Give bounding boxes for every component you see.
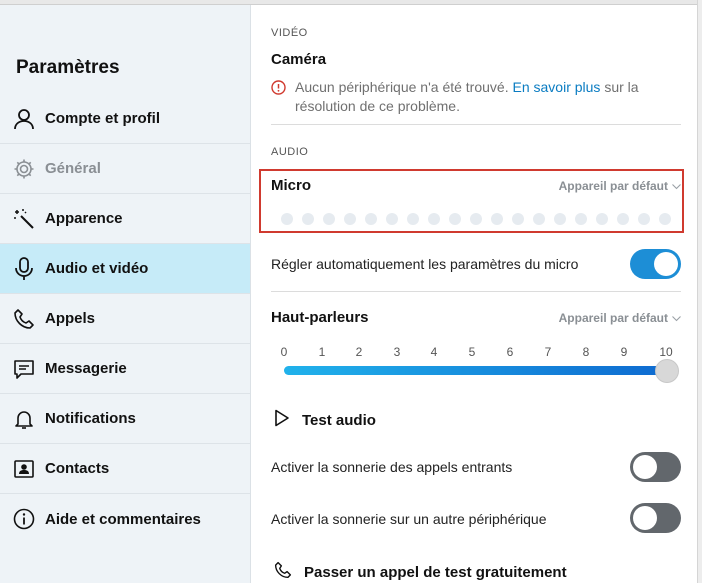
mic-level-dot (407, 213, 419, 225)
mic-level-dot (659, 213, 671, 225)
toggle-knob (633, 455, 657, 479)
mic-level-dot (617, 213, 629, 225)
free-test-call-label: Passer un appel de test gratuitement (304, 564, 567, 581)
person-icon (0, 108, 45, 130)
ring-other-label: Activer la sonnerie sur un autre périphé… (271, 511, 547, 527)
sidebar-item-label: Aide et commentaires (45, 510, 201, 528)
mic-level-meter (281, 213, 671, 225)
sidebar-item-appearance[interactable]: Apparence (0, 194, 250, 244)
sidebar-item-label: Contacts (45, 460, 110, 477)
phone-icon (0, 308, 45, 330)
play-icon (274, 409, 290, 432)
phone-icon (274, 561, 292, 583)
bell-icon (0, 408, 45, 430)
sidebar-item-notifications[interactable]: Notifications (0, 394, 250, 444)
sidebar-item-audio-video[interactable]: Audio et vidéo (0, 244, 250, 294)
chat-icon (0, 358, 45, 380)
warning-icon (271, 78, 286, 116)
mic-level-dot (491, 213, 503, 225)
video-section-label: VIDÉO (271, 27, 308, 39)
mic-level-dot (449, 213, 461, 225)
volume-tick: 1 (318, 345, 326, 359)
mic-level-dot (596, 213, 608, 225)
warning-text-before: Aucun périphérique n'a été trouvé. (295, 79, 509, 95)
chevron-down-icon (672, 179, 681, 193)
volume-tick: 9 (620, 345, 628, 359)
settings-content: VIDÉO Caméra Aucun périphérique n'a été … (252, 5, 697, 583)
sidebar-item-label: Notifications (45, 410, 136, 427)
sidebar-item-label: Messagerie (45, 360, 127, 377)
volume-tick: 6 (506, 345, 514, 359)
micro-title: Micro (271, 177, 312, 194)
mic-level-dot (365, 213, 377, 225)
mic-level-dot (302, 213, 314, 225)
window-right-edge (697, 0, 702, 583)
mic-level-dot (386, 213, 398, 225)
volume-tick: 7 (544, 345, 552, 359)
volume-tick: 4 (430, 345, 438, 359)
volume-tick: 3 (393, 345, 401, 359)
volume-tick: 5 (468, 345, 476, 359)
ring-other-toggle[interactable] (630, 503, 681, 533)
gear-icon (0, 158, 45, 180)
sidebar-item-label: Général (45, 160, 101, 177)
chevron-down-icon (672, 311, 681, 325)
test-audio-label: Test audio (302, 412, 376, 429)
free-test-call-button[interactable]: Passer un appel de test gratuitement (274, 561, 567, 583)
sidebar-title: Paramètres (16, 57, 120, 78)
divider (271, 124, 681, 125)
camera-warning: Aucun périphérique n'a été trouvé. En sa… (271, 78, 681, 116)
sidebar-item-help[interactable]: Aide et commentaires (0, 494, 250, 544)
mic-level-dot (344, 213, 356, 225)
sidebar-item-general[interactable]: Général (0, 144, 250, 194)
audio-section-label: AUDIO (271, 146, 309, 158)
learn-more-link[interactable]: En savoir plus (513, 79, 601, 95)
sidebar-item-label: Apparence (45, 210, 123, 227)
speakers-device-value: Appareil par défaut (558, 311, 668, 325)
mic-level-dot (428, 213, 440, 225)
info-icon (0, 508, 45, 530)
camera-title: Caméra (271, 51, 327, 68)
mic-level-dot (323, 213, 335, 225)
volume-slider-thumb[interactable] (655, 359, 679, 383)
sidebar-item-messaging[interactable]: Messagerie (0, 344, 250, 394)
sidebar-item-contacts[interactable]: Contacts (0, 444, 250, 494)
volume-tick: 0 (280, 345, 288, 359)
ring-incoming-label: Activer la sonnerie des appels entrants (271, 459, 513, 475)
auto-adjust-label: Régler automatiquement les paramètres du… (271, 256, 579, 272)
mic-level-dot (470, 213, 482, 225)
divider (271, 291, 681, 292)
auto-adjust-toggle[interactable] (630, 249, 681, 279)
volume-tick: 8 (582, 345, 590, 359)
microphone-icon (0, 256, 45, 281)
volume-tick: 10 (659, 345, 673, 359)
volume-tick: 2 (355, 345, 363, 359)
contact-card-icon (0, 458, 45, 480)
sidebar-item-calls[interactable]: Appels (0, 294, 250, 344)
mic-level-dot (533, 213, 545, 225)
mic-level-dot (638, 213, 650, 225)
speakers-title: Haut-parleurs (271, 309, 369, 326)
mic-level-dot (554, 213, 566, 225)
toggle-knob (654, 252, 678, 276)
settings-sidebar: Paramètres Compte et profil Général Appa… (0, 5, 251, 583)
volume-ticks: 0 1 2 3 4 5 6 7 8 9 10 (280, 345, 673, 361)
sidebar-item-label: Audio et vidéo (45, 260, 149, 277)
toggle-knob (633, 506, 657, 530)
sidebar-item-account[interactable]: Compte et profil (0, 94, 250, 144)
mic-level-dot (575, 213, 587, 225)
mic-level-dot (512, 213, 524, 225)
speakers-device-select[interactable]: Appareil par défaut (559, 311, 681, 325)
sidebar-item-label: Appels (45, 310, 96, 327)
warning-text: Aucun périphérique n'a été trouvé. En sa… (286, 78, 681, 116)
mic-level-dot (281, 213, 293, 225)
sidebar-item-label: Compte et profil (45, 110, 160, 127)
ring-incoming-toggle[interactable] (630, 452, 681, 482)
micro-device-select[interactable]: Appareil par défaut (559, 179, 681, 193)
micro-device-value: Appareil par défaut (558, 179, 668, 193)
magic-wand-icon (0, 208, 45, 230)
test-audio-button[interactable]: Test audio (274, 409, 376, 432)
volume-slider-track[interactable] (284, 366, 668, 375)
